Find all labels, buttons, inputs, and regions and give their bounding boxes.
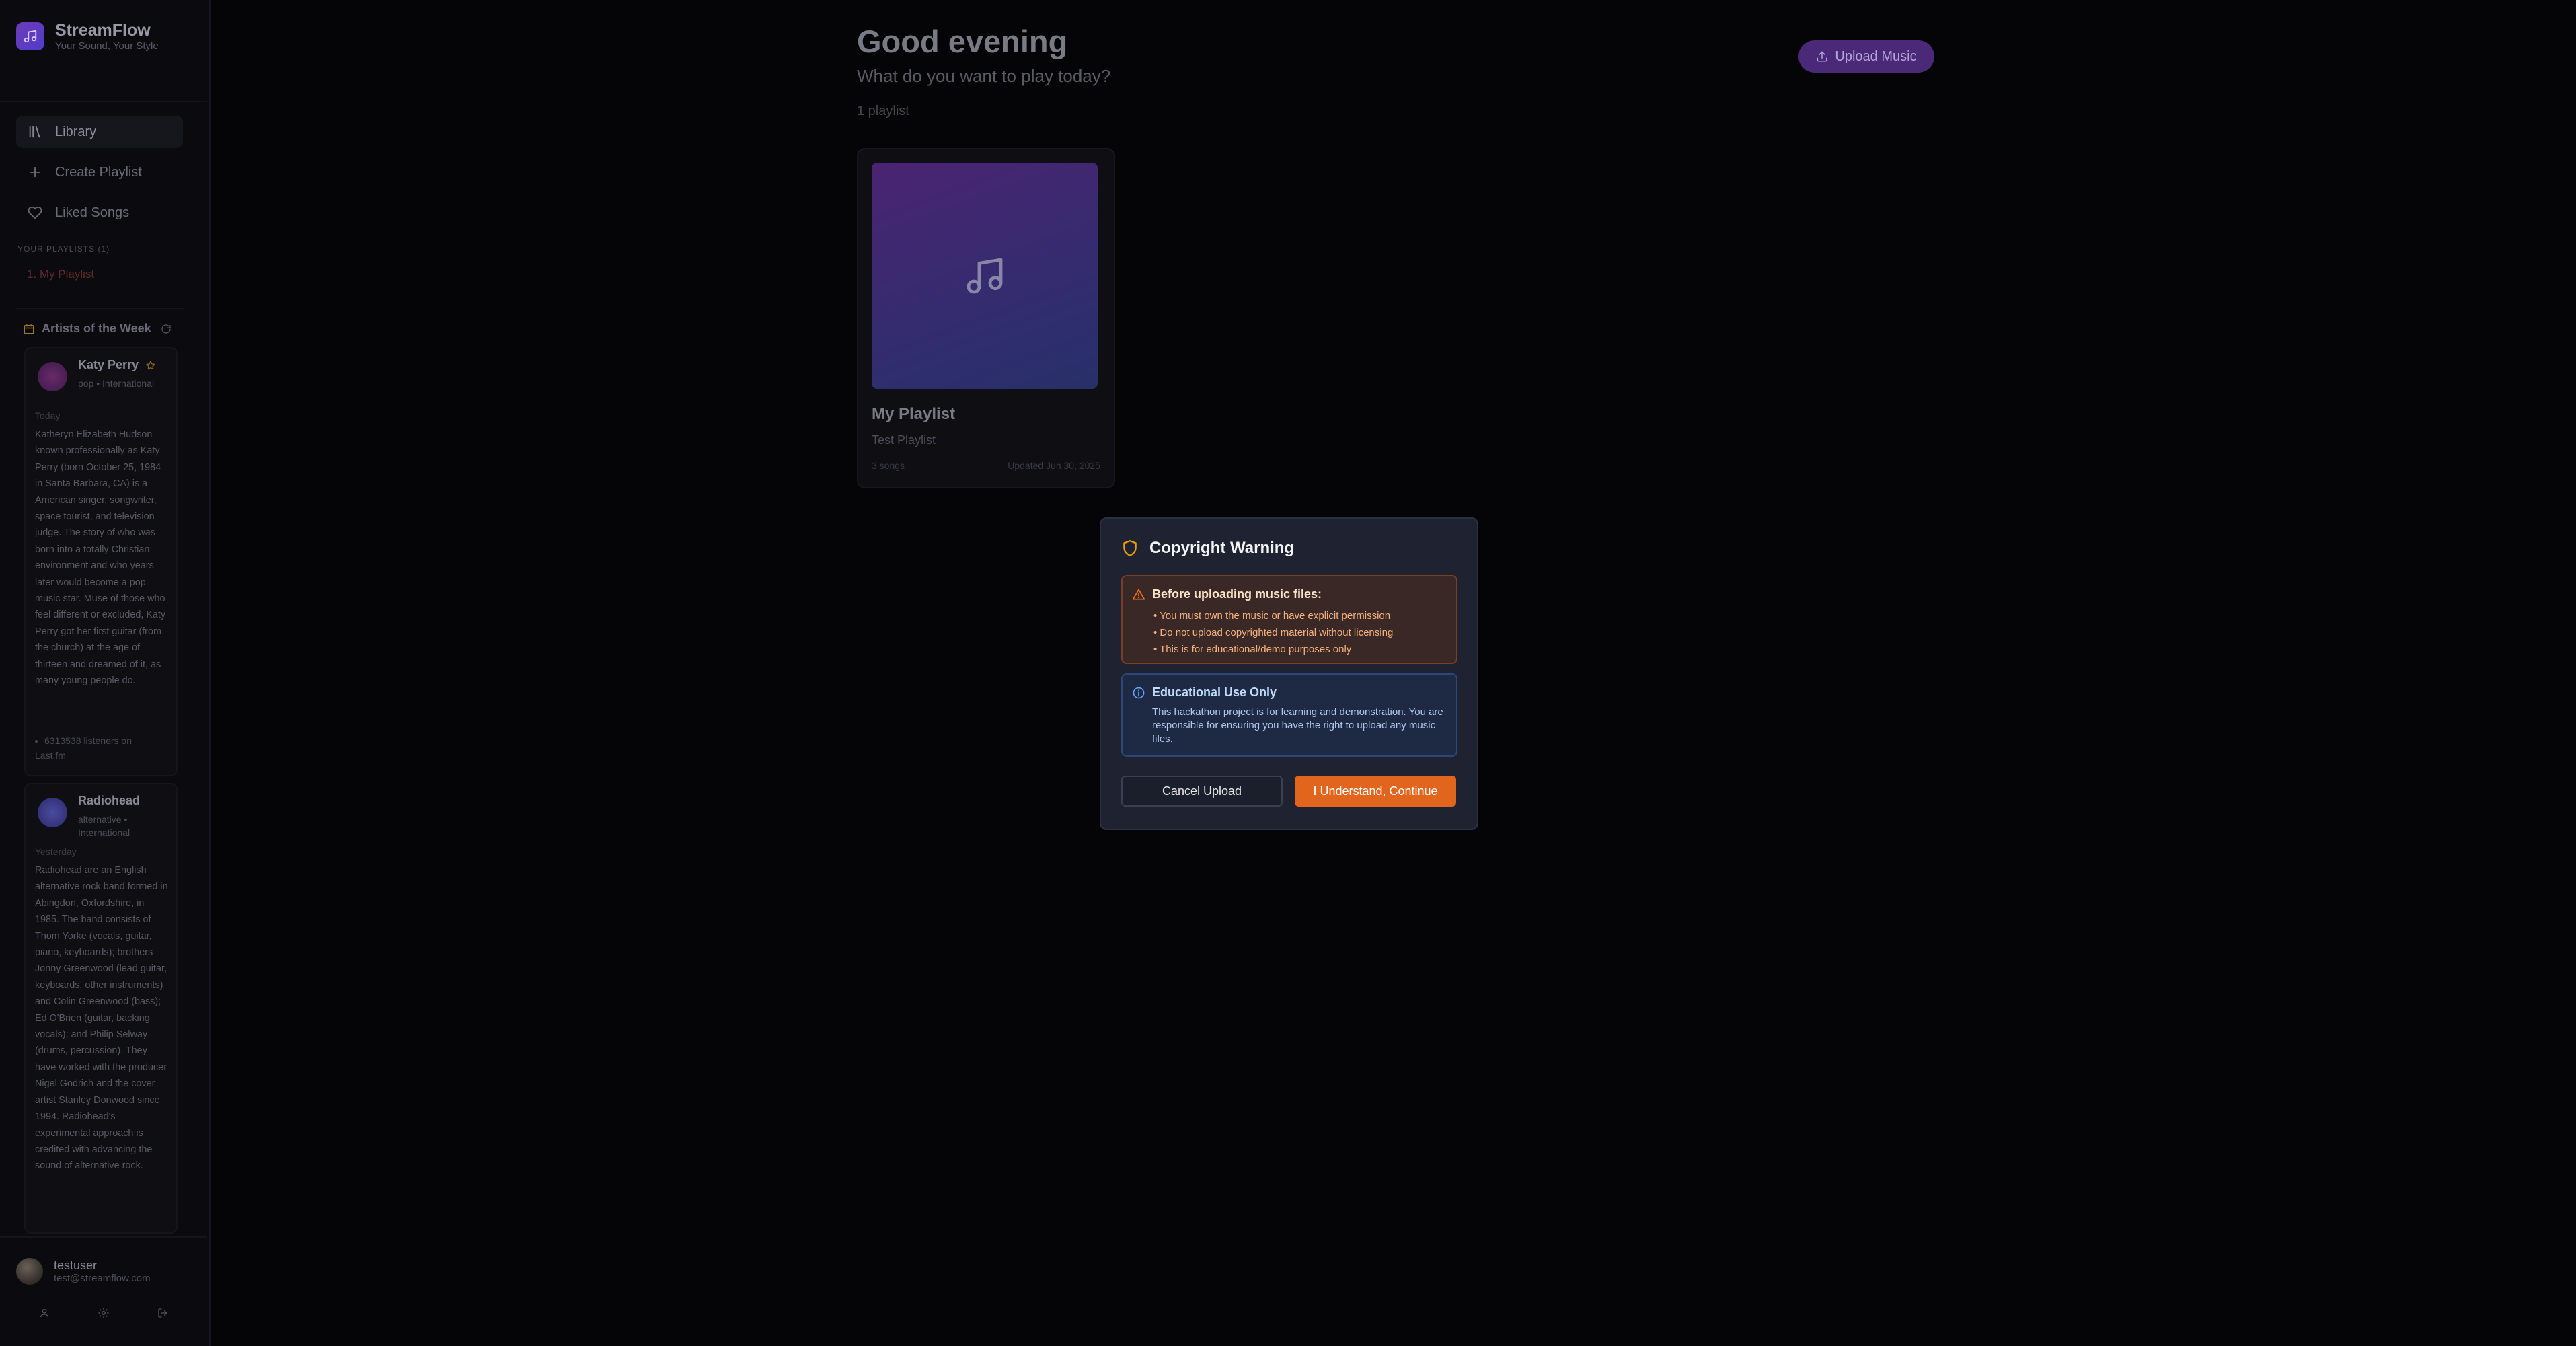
artists-of-week-title: Artists of the Week bbox=[42, 322, 151, 335]
brand[interactable]: StreamFlow Your Sound, Your Style bbox=[16, 20, 159, 52]
nav-library[interactable]: Library bbox=[16, 116, 183, 148]
dialog-title: Copyright Warning bbox=[1149, 539, 1295, 557]
library-icon bbox=[27, 124, 43, 140]
shield-icon bbox=[1121, 539, 1139, 557]
info-text: This hackathon project is for learning a… bbox=[1152, 706, 1443, 745]
listeners-text: 6313538 listeners on Last.fm bbox=[35, 735, 132, 761]
copyright-warning-dialog: Copyright Warning Before uploading music… bbox=[1100, 517, 1478, 830]
artist-card[interactable]: Katy Perry pop • International Today Kat… bbox=[24, 347, 178, 776]
sidebar-playlist-item[interactable]: 1. My Playlist bbox=[27, 268, 94, 281]
artist-bio: Katheryn Elizabeth Hudson known professi… bbox=[35, 429, 166, 687]
music-note-icon bbox=[16, 22, 44, 50]
warning-box: Before uploading music files: • You must… bbox=[1121, 575, 1457, 664]
artist-card[interactable]: Radiohead alternative • International Ye… bbox=[24, 783, 178, 1234]
star-icon bbox=[145, 360, 156, 371]
brand-name: StreamFlow bbox=[55, 21, 151, 40]
playlist-updated: Updated Jun 30, 2025 bbox=[1008, 460, 1100, 471]
refresh-icon[interactable] bbox=[161, 324, 172, 334]
artist-day: Today bbox=[35, 410, 61, 421]
brand-tagline: Your Sound, Your Style bbox=[55, 40, 159, 52]
music-note-icon bbox=[967, 258, 1003, 294]
upload-music-button[interactable]: Upload Music bbox=[1798, 40, 1934, 73]
divider bbox=[0, 1236, 207, 1238]
playlists-heading: YOUR PLAYLISTS (1) bbox=[17, 244, 110, 254]
warning-heading: Before uploading music files: bbox=[1152, 587, 1322, 601]
playlist-card[interactable]: My Playlist Test Playlist 3 songs Update… bbox=[857, 148, 1115, 488]
playlist-description: Test Playlist bbox=[872, 433, 936, 447]
user-icon[interactable] bbox=[36, 1305, 52, 1321]
warning-list: • You must own the music or have explici… bbox=[1153, 607, 1393, 658]
divider bbox=[16, 308, 184, 309]
calendar-icon bbox=[23, 323, 35, 335]
nav-create-playlist[interactable]: Create Playlist bbox=[16, 156, 183, 188]
artist-name: Radiohead bbox=[78, 794, 141, 807]
artist-genre: alternative • International bbox=[78, 814, 130, 838]
user-email: test@streamflow.com bbox=[54, 1273, 151, 1284]
playlist-song-count: 3 songs bbox=[872, 460, 905, 471]
warning-icon bbox=[1132, 588, 1145, 601]
plus-icon bbox=[27, 164, 43, 180]
upload-icon bbox=[1816, 50, 1828, 63]
logout-icon[interactable] bbox=[155, 1305, 171, 1321]
nav-label: Liked Songs bbox=[55, 204, 130, 220]
info-icon bbox=[1132, 686, 1145, 700]
avatar bbox=[38, 362, 67, 391]
info-box: Educational Use Only This hackathon proj… bbox=[1121, 673, 1457, 757]
artist-bio: Radiohead are an English alternative roc… bbox=[35, 865, 168, 1172]
nav-label: Library bbox=[55, 124, 97, 139]
cancel-upload-button[interactable]: Cancel Upload bbox=[1121, 776, 1283, 807]
bullet-icon bbox=[35, 740, 38, 743]
list-item: • You must own the music or have explici… bbox=[1153, 610, 1391, 622]
artist-listeners: 6313538 listeners on Last.fm bbox=[35, 733, 163, 763]
artist-genre: pop • International bbox=[78, 378, 155, 389]
list-item: • Do not upload copyrighted material wit… bbox=[1153, 627, 1394, 638]
confirm-continue-button[interactable]: I Understand, Continue bbox=[1295, 776, 1456, 807]
playlist-count: 1 playlist bbox=[857, 104, 909, 118]
upload-label: Upload Music bbox=[1835, 48, 1917, 64]
list-item: • This is for educational/demo purposes … bbox=[1153, 644, 1352, 655]
nav-liked-songs[interactable]: Liked Songs bbox=[16, 196, 183, 229]
divider bbox=[0, 101, 207, 102]
artist-day: Yesterday bbox=[35, 846, 77, 857]
user-name: testuser bbox=[54, 1259, 98, 1272]
avatar bbox=[16, 1258, 43, 1285]
artists-of-week-header: Artists of the Week bbox=[23, 322, 172, 336]
playlist-title: My Playlist bbox=[872, 405, 956, 423]
page-subtitle: What do you want to play today? bbox=[857, 66, 1111, 86]
heart-icon bbox=[27, 204, 43, 221]
info-heading: Educational Use Only bbox=[1152, 685, 1277, 699]
gear-icon[interactable] bbox=[96, 1305, 112, 1321]
page-title: Good evening bbox=[857, 24, 1068, 59]
user-profile[interactable]: testuser test@streamflow.com bbox=[16, 1258, 151, 1285]
artist-name: Katy Perry bbox=[78, 358, 139, 371]
avatar bbox=[38, 798, 67, 827]
sidebar: StreamFlow Your Sound, Your Style Librar… bbox=[0, 0, 211, 1346]
playlist-cover bbox=[872, 163, 1098, 389]
nav-label: Create Playlist bbox=[55, 164, 142, 180]
